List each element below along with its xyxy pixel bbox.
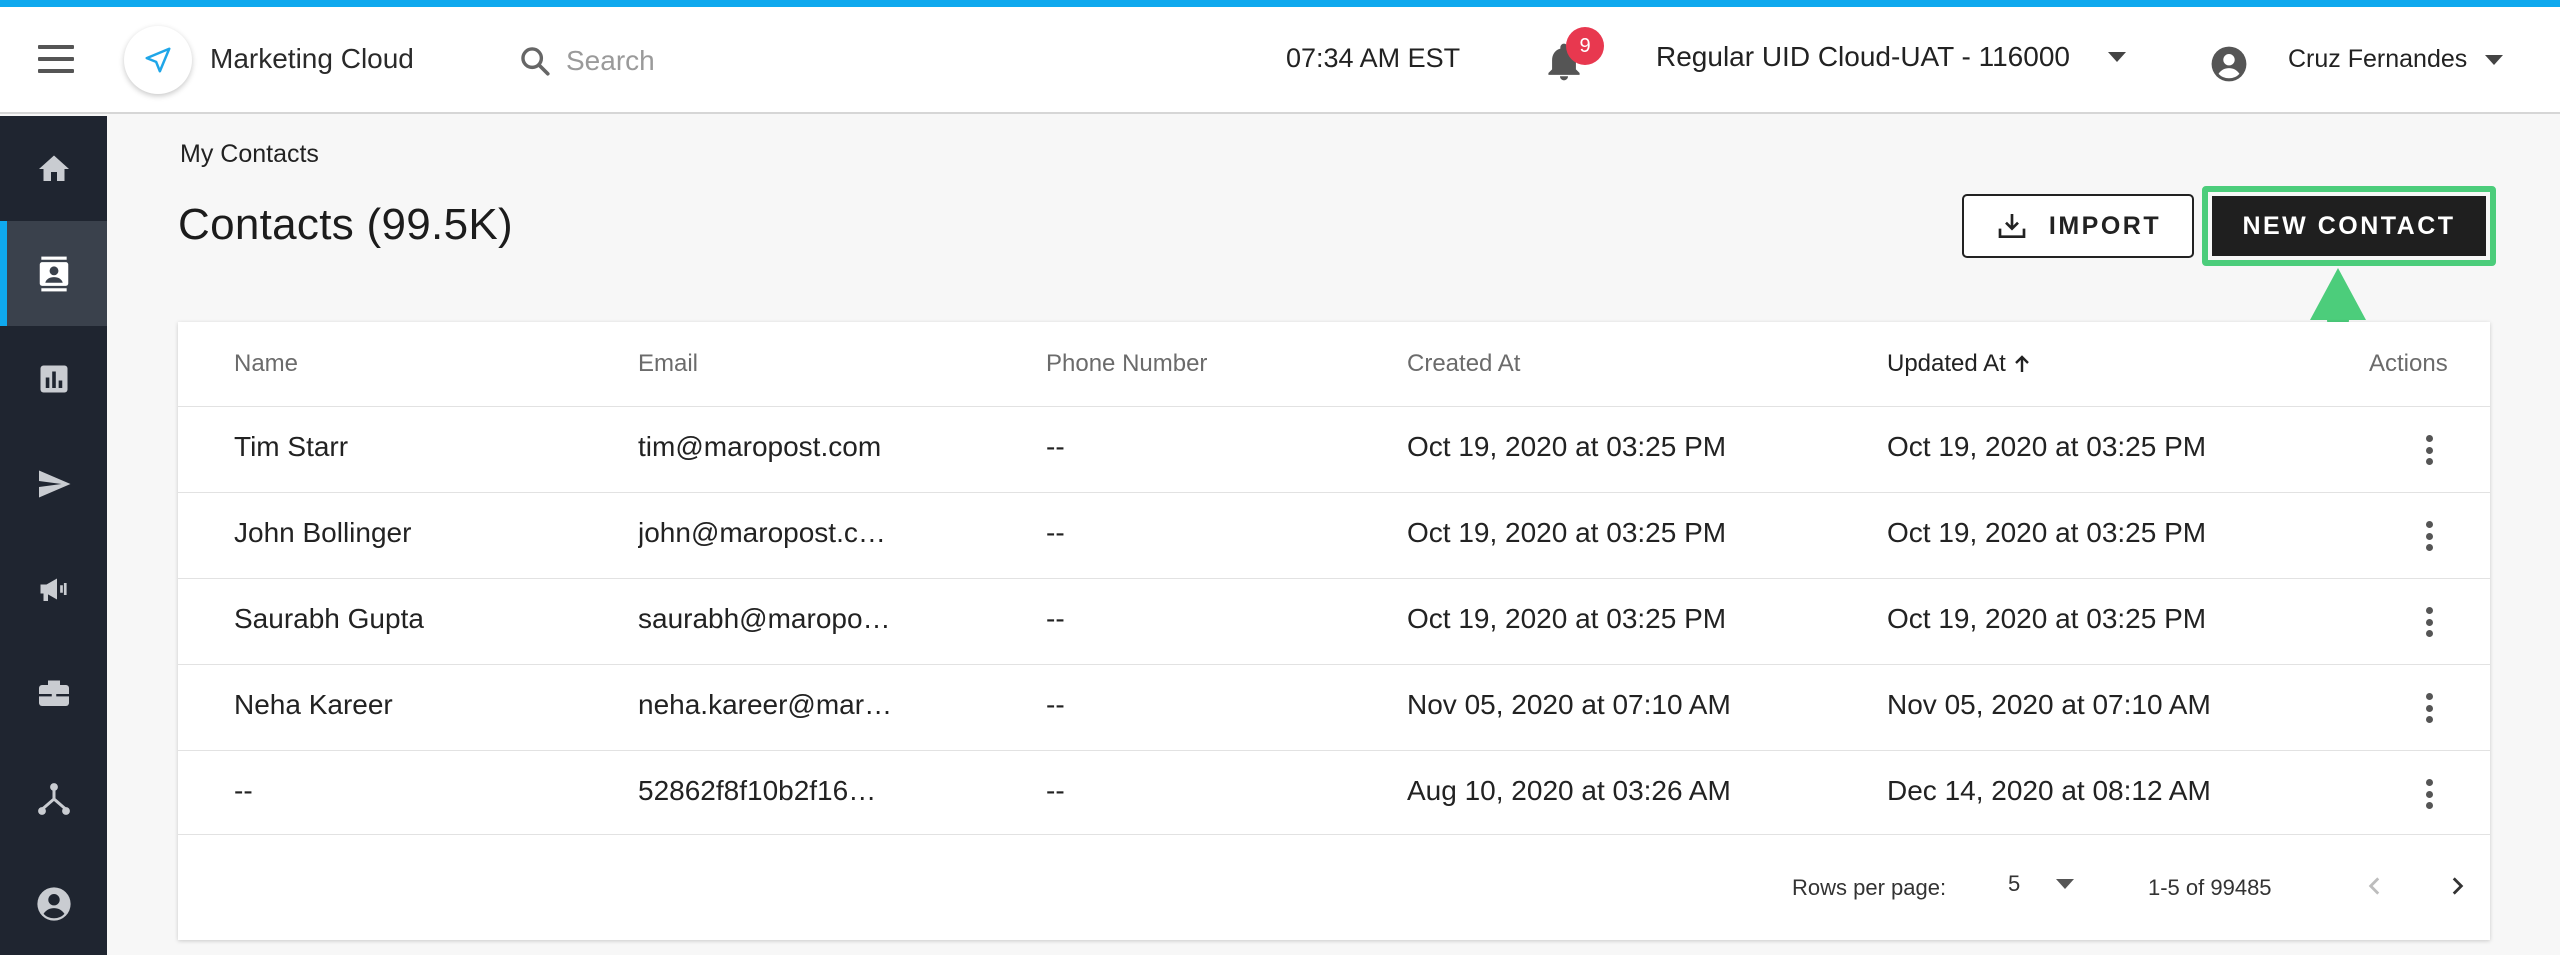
cell-created: Oct 19, 2020 at 03:25 PM (1407, 517, 1727, 548)
page-title: Contacts (99.5K) (178, 200, 513, 249)
table-row[interactable]: John Bollinger john@maropost.c… -- Oct 1… (178, 492, 2490, 578)
cell-created: Nov 05, 2020 at 07:10 AM (1407, 689, 1731, 720)
cell-email: john@maropost.c… (638, 517, 886, 548)
top-header: Marketing Cloud 07:34 AM EST 9 Regular U… (0, 7, 2560, 114)
sidebar-item-send[interactable] (0, 431, 107, 536)
sidebar-nav (0, 116, 107, 955)
home-icon (38, 155, 69, 181)
cell-email: saurabh@maropo… (638, 603, 891, 634)
search-input[interactable] (566, 45, 806, 77)
cell-phone: -- (1046, 603, 1065, 634)
next-page-icon[interactable] (2444, 871, 2470, 901)
menu-icon[interactable] (38, 45, 74, 73)
cell-phone: -- (1046, 775, 1065, 806)
sidebar-item-campaigns[interactable] (0, 536, 107, 641)
app-logo[interactable] (124, 26, 192, 94)
cell-name: John Bollinger (234, 517, 412, 548)
cell-updated: Oct 19, 2020 at 03:25 PM (1887, 431, 2207, 462)
search-box[interactable] (518, 39, 818, 83)
rows-per-page-value: 5 (2008, 871, 2021, 896)
sidebar-item-journeys[interactable] (0, 746, 107, 851)
more-actions-icon[interactable] (2414, 689, 2444, 727)
top-accent-stripe (0, 0, 2560, 7)
column-header-updated[interactable]: Updated At (1887, 350, 2034, 378)
account-selector[interactable]: Regular UID Cloud-UAT - 116000 (1656, 41, 2126, 73)
cell-name: Neha Kareer (234, 689, 393, 720)
cell-name: -- (234, 775, 253, 806)
account-name: Regular UID Cloud-UAT - 116000 (1656, 41, 2070, 72)
cell-name: Tim Starr (234, 431, 349, 462)
notification-count-badge: 9 (1566, 27, 1604, 65)
user-name: Cruz Fernandes (2288, 45, 2468, 73)
user-avatar-icon[interactable] (2210, 45, 2248, 88)
more-actions-icon[interactable] (2414, 775, 2444, 813)
rows-per-page-label: Rows per page: (1792, 875, 1947, 900)
contacts-table: Name Email Phone Number Created At Updat… (178, 322, 2490, 940)
paper-plane-logo-icon (145, 47, 171, 73)
column-header-updated-label: Updated At (1887, 350, 2006, 377)
previous-page-icon[interactable] (2362, 871, 2388, 901)
column-header-phone[interactable]: Phone Number (1046, 350, 1207, 378)
table-row[interactable]: Saurabh Gupta saurabh@maropo… -- Oct 19,… (178, 578, 2490, 664)
contacts-icon (39, 256, 68, 291)
cell-updated: Oct 19, 2020 at 03:25 PM (1887, 603, 2207, 634)
column-header-email[interactable]: Email (638, 350, 698, 378)
download-icon (1998, 214, 2026, 238)
cell-updated: Oct 19, 2020 at 03:25 PM (1887, 517, 2207, 548)
cell-phone: -- (1046, 517, 1065, 548)
more-actions-icon[interactable] (2414, 517, 2444, 555)
cell-created: Oct 19, 2020 at 03:25 PM (1407, 431, 1727, 462)
cell-name: Saurabh Gupta (234, 603, 424, 634)
sidebar-item-account[interactable] (0, 851, 107, 955)
chevron-down-icon (2056, 879, 2075, 889)
chevron-down-icon (2485, 54, 2504, 65)
user-menu[interactable]: Cruz Fernandes (2288, 45, 2504, 74)
import-label: IMPORT (2048, 211, 2162, 240)
sidebar-item-contacts[interactable] (0, 221, 107, 326)
briefcase-icon (38, 680, 69, 706)
megaphone-icon (40, 578, 67, 601)
more-actions-icon[interactable] (2414, 603, 2444, 641)
reports-icon (40, 365, 67, 392)
new-contact-button[interactable]: NEW CONTACT (2212, 196, 2486, 256)
import-button[interactable]: IMPORT (1962, 194, 2194, 258)
column-header-actions: Actions (2369, 350, 2448, 377)
search-icon (521, 47, 550, 76)
cell-email: neha.kareer@mar… (638, 689, 893, 720)
sidebar-item-home[interactable] (0, 116, 107, 221)
send-icon (38, 470, 70, 497)
more-actions-icon[interactable] (2414, 431, 2444, 469)
cell-updated: Nov 05, 2020 at 07:10 AM (1887, 689, 2211, 720)
cell-created: Aug 10, 2020 at 03:26 AM (1407, 775, 1731, 806)
clock-display: 07:34 AM EST (1286, 43, 1461, 73)
breadcrumb[interactable]: My Contacts (180, 140, 319, 169)
rows-per-page-select[interactable]: 5 (2008, 871, 2075, 897)
cell-created: Oct 19, 2020 at 03:25 PM (1407, 603, 1727, 634)
account-icon (36, 886, 71, 921)
column-header-name[interactable]: Name (234, 350, 298, 378)
column-header-created[interactable]: Created At (1407, 350, 1520, 378)
workflow-icon (37, 782, 70, 815)
cell-phone: -- (1046, 431, 1065, 462)
table-pagination: Rows per page: 5 1-5 of 99485 (178, 834, 2490, 940)
chevron-down-icon (2107, 52, 2126, 62)
cell-updated: Dec 14, 2020 at 08:12 AM (1887, 775, 2211, 806)
sidebar-item-business[interactable] (0, 641, 107, 746)
sidebar-item-reports[interactable] (0, 326, 107, 431)
table-row[interactable]: Neha Kareer neha.kareer@mar… -- Nov 05, … (178, 664, 2490, 750)
table-row[interactable]: -- 52862f8f10b2f16… -- Aug 10, 2020 at 0… (178, 750, 2490, 836)
cell-email: 52862f8f10b2f16… (638, 775, 877, 806)
sort-ascending-icon (2014, 355, 2029, 372)
pagination-range: 1-5 of 99485 (2148, 875, 2272, 900)
table-row[interactable]: Tim Starr tim@maropost.com -- Oct 19, 20… (178, 406, 2490, 492)
cell-phone: -- (1046, 689, 1065, 720)
app-title: Marketing Cloud (210, 43, 414, 74)
cell-email: tim@maropost.com (638, 431, 882, 462)
